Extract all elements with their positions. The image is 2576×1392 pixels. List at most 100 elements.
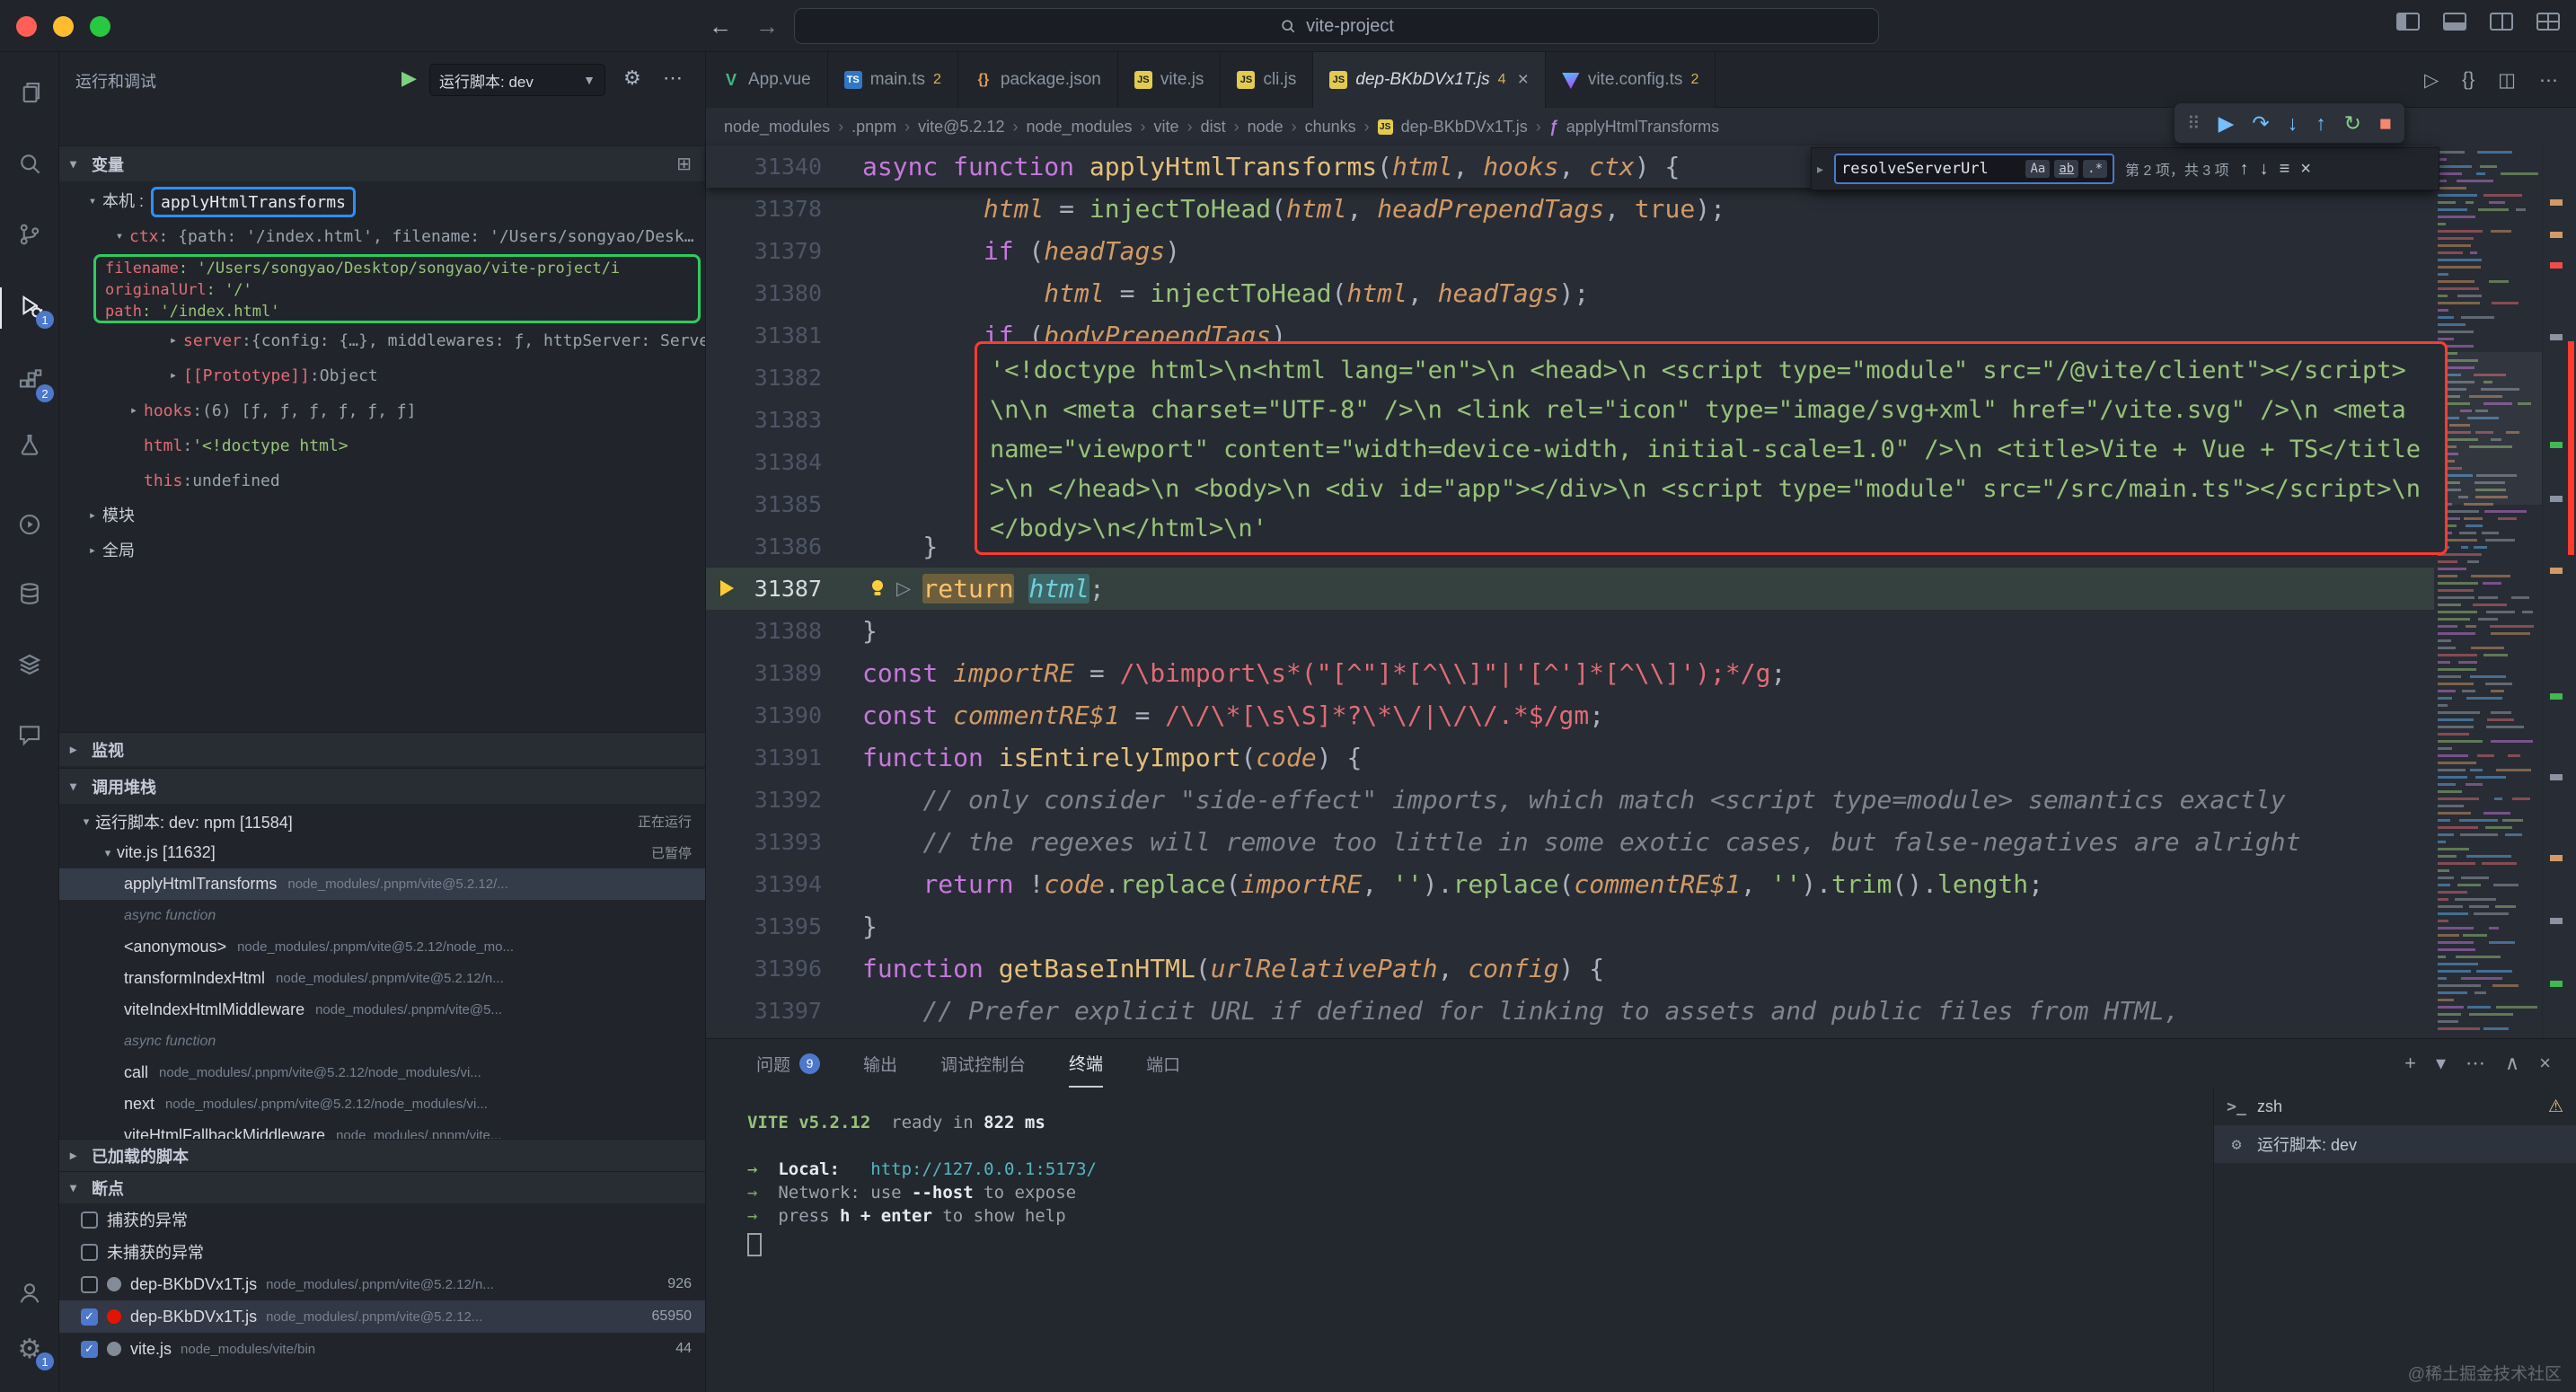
variable-row[interactable]: ▸server: {config: {…}, middlewares: ƒ, h…	[59, 323, 706, 358]
line-number[interactable]: 31390	[706, 694, 862, 736]
find-previous-icon[interactable]: ↑	[2240, 159, 2249, 180]
debug-gear-icon[interactable]: ⚙	[623, 66, 641, 90]
panel-tab-端口[interactable]: 端口	[1146, 1039, 1180, 1088]
editor-line[interactable]: 31388}	[706, 610, 2434, 652]
call-stack-row[interactable]: ▾运行脚本: dev: npm [11584]正在运行	[59, 806, 706, 837]
call-stack-section-header[interactable]: ▾ 调用堆栈	[59, 768, 706, 804]
lightbulb-icon[interactable]	[868, 577, 887, 603]
sidebar-more-icon[interactable]: ⋯	[663, 66, 683, 90]
find-next-icon[interactable]: ↓	[2260, 159, 2269, 180]
toggle-secondary-sidebar-icon[interactable]	[2490, 13, 2513, 31]
tab-dep-BKbDVx1T.js[interactable]: JSdep-BKbDVx1T.js4×	[1313, 52, 1545, 108]
stop-icon[interactable]: ■	[2379, 111, 2392, 136]
maximize-panel-icon[interactable]: ∧	[2505, 1052, 2519, 1075]
toggle-panel-icon[interactable]	[2443, 13, 2466, 31]
variable-row[interactable]: ▸[[Prototype]]: Object	[59, 358, 706, 393]
breadcrumb-item[interactable]: chunks	[1305, 118, 1356, 137]
line-number[interactable]: 31384	[706, 441, 862, 483]
call-stack-row[interactable]: viteHtmlFallbackMiddlewarenode_modules/.…	[59, 1120, 706, 1139]
editor-line[interactable]: 31392 // only consider "side-effect" imp…	[706, 779, 2434, 821]
braces-icon[interactable]: {}	[2462, 69, 2475, 91]
call-stack-row[interactable]: transformIndexHtmlnode_modules/.pnpm/vit…	[59, 963, 706, 994]
line-number[interactable]: 31340	[706, 145, 862, 188]
tab-package.json[interactable]: {}package.json	[958, 52, 1118, 108]
breadcrumb-item[interactable]: .pnpm	[851, 118, 896, 137]
close-icon[interactable]: ×	[1518, 69, 1529, 91]
find-toggle-replace-icon[interactable]: ▸	[1817, 162, 1823, 177]
call-stack-row[interactable]: applyHtmlTransformsnode_modules/.pnpm/vi…	[59, 868, 706, 900]
line-number[interactable]: 31380	[706, 272, 862, 314]
terminal-list-item[interactable]: >_zsh⚠	[2214, 1088, 2576, 1125]
variable-row[interactable]: this: undefined	[59, 463, 706, 498]
restart-icon[interactable]: ↻	[2344, 111, 2361, 136]
zoom-window-button[interactable]	[90, 16, 110, 37]
panel-tab-终端[interactable]: 终端	[1069, 1039, 1103, 1088]
more-icon[interactable]: ⋯	[2466, 1052, 2485, 1075]
breakpoint-checkbox[interactable]	[81, 1211, 98, 1229]
launch-config-select[interactable]: 运行脚本: dev ▼	[429, 64, 605, 96]
line-number[interactable]: 31389	[706, 652, 862, 694]
breadcrumb-item[interactable]: vite	[1154, 118, 1179, 137]
variable-row[interactable]: ▸全局	[59, 533, 706, 568]
variables-panes-icon[interactable]: ⊞	[676, 153, 692, 175]
activity-item-explorer[interactable]	[0, 74, 59, 115]
line-number[interactable]: 31397	[706, 990, 862, 1032]
tab-App.vue[interactable]: VApp.vue	[706, 52, 828, 108]
line-number[interactable]: 31378	[706, 188, 862, 230]
breadcrumb-item[interactable]: node	[1248, 118, 1284, 137]
tab-vite.config.ts[interactable]: vite.config.ts2	[1546, 52, 1716, 108]
customize-layout-icon[interactable]	[2536, 13, 2560, 31]
drag-handle-icon[interactable]: ⠿	[2187, 112, 2201, 135]
call-stack-row[interactable]: <anonymous>node_modules/.pnpm/vite@5.2.1…	[59, 931, 706, 963]
scope-local-row[interactable]: ▾ 本机 : applyHtmlTransforms	[59, 184, 706, 219]
minimize-window-button[interactable]	[53, 16, 74, 37]
breakpoint-checkbox[interactable]	[81, 1276, 98, 1293]
activity-item-search[interactable]	[0, 145, 59, 186]
line-number[interactable]: 31394	[706, 863, 862, 905]
variable-row-ctx[interactable]: ▾ ctx : {path: '/index.html', filename: …	[59, 219, 706, 254]
variable-row[interactable]: ▸hooks: (6) [ƒ, ƒ, ƒ, ƒ, ƒ, ƒ]	[59, 393, 706, 428]
activity-item-database[interactable]	[0, 575, 59, 616]
close-window-button[interactable]	[16, 16, 37, 37]
tab-main.ts[interactable]: TSmain.ts2	[828, 52, 958, 108]
variable-row[interactable]: html: '<!doctype html>	[59, 428, 706, 463]
more-actions-icon[interactable]: ⋯	[2539, 69, 2558, 92]
activity-item-remote[interactable]	[0, 506, 59, 547]
breadcrumb-item[interactable]: vite@5.2.12	[918, 118, 1004, 137]
whole-word-toggle[interactable]: ab	[2054, 160, 2078, 178]
editor-line[interactable]: 31390const commentRE$1 = /\/\*[\s\S]*?\*…	[706, 694, 2434, 736]
nav-forward-button[interactable]: →	[749, 9, 785, 43]
breadcrumb-item[interactable]: dist	[1201, 118, 1226, 137]
breakpoint-row[interactable]: ✓vite.jsnode_modules/vite/bin44	[59, 1333, 706, 1365]
match-case-toggle[interactable]: Aa	[2025, 160, 2050, 178]
command-center-search[interactable]: vite-project	[794, 8, 1879, 44]
minimap[interactable]	[2434, 145, 2542, 1038]
activity-item-layers[interactable]	[0, 646, 59, 687]
breakpoint-checkbox[interactable]: ✓	[81, 1341, 98, 1358]
continue-icon[interactable]: ▶	[2219, 111, 2235, 136]
current-debug-line[interactable]: 31387 return html;▷	[706, 568, 2434, 610]
line-number[interactable]: 31391	[706, 736, 862, 779]
editor-line[interactable]: 31378 html = injectToHead(html, headPrep…	[706, 188, 2434, 230]
start-debug-button[interactable]: ▶	[401, 66, 417, 90]
activity-item-account[interactable]	[0, 1273, 59, 1315]
activity-item-testing[interactable]	[0, 426, 59, 467]
line-number[interactable]: 31383	[706, 399, 862, 441]
breakpoint-row[interactable]: ✓dep-BKbDVx1T.jsnode_modules/.pnpm/vite@…	[59, 1300, 706, 1333]
activity-item-source-control[interactable]	[0, 216, 59, 257]
editor-line[interactable]: 31396function getBaseInHTML(urlRelativeP…	[706, 947, 2434, 990]
breadcrumb-item[interactable]: node_modules	[724, 118, 830, 137]
breakpoint-checkbox[interactable]	[81, 1244, 98, 1261]
activity-item-settings[interactable]: ⚙1	[0, 1329, 59, 1370]
line-number[interactable]: 31395	[706, 905, 862, 947]
step-into-icon[interactable]: ↓	[2288, 111, 2298, 136]
call-stack-row[interactable]: ▾vite.js [11632]已暂停	[59, 837, 706, 868]
watch-section-header[interactable]: ▸ 监视	[59, 732, 706, 766]
split-editor-icon[interactable]: ◫	[2498, 69, 2516, 92]
editor-line[interactable]: 31389const importRE = /\bimport\s*("[^"]…	[706, 652, 2434, 694]
find-input[interactable]: resolveServerUrl Aa ab .*	[1834, 154, 2114, 184]
panel-tab-输出[interactable]: 输出	[863, 1039, 897, 1088]
activity-item-run-debug[interactable]: 1	[0, 287, 59, 329]
breakpoint-row[interactable]: dep-BKbDVx1T.jsnode_modules/.pnpm/vite@5…	[59, 1268, 706, 1300]
line-number[interactable]: 31386	[706, 525, 862, 568]
